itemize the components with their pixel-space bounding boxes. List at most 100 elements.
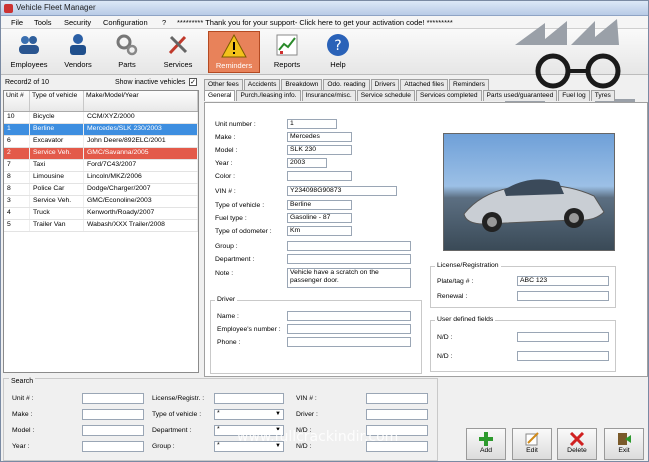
table-row[interactable]: 4 Truck Kenworth/Roady/2007 — [4, 208, 198, 220]
vehicle-list-panel: Record2 of 10 Show inactive vehicles ✓ U… — [3, 77, 199, 374]
table-row[interactable]: 1 Berline Mercedes/SLK 230/2003 — [4, 124, 198, 136]
activation-promo-link[interactable]: ********* Thank you for your support- Cl… — [177, 18, 453, 27]
edit-button[interactable]: Edit — [512, 428, 552, 460]
search-model-input[interactable] — [82, 425, 144, 436]
tab-tyres[interactable]: Tyres — [590, 90, 615, 101]
menu-file[interactable]: File — [11, 18, 23, 27]
help-button[interactable]: ? Help — [313, 31, 363, 73]
window-title: Vehicle Fleet Manager — [16, 3, 96, 12]
table-cell: Wabash/XXX Trailer/2008 — [84, 220, 198, 231]
search-make-input[interactable] — [82, 409, 144, 420]
model-label: Model : — [215, 147, 238, 154]
tab-other-fees[interactable]: Other fees — [204, 79, 243, 90]
vendors-button[interactable]: Vendors — [53, 31, 103, 73]
reminders-button[interactable]: Reminders — [208, 31, 260, 73]
group-label: Group : — [215, 243, 238, 250]
services-button[interactable]: Services — [153, 31, 203, 73]
search-vin-input[interactable] — [366, 393, 428, 404]
parts-button[interactable]: Parts — [102, 31, 152, 73]
menu-help[interactable]: ? — [162, 18, 166, 27]
column-make-model[interactable]: Make/Model/Year — [84, 91, 198, 111]
table-row[interactable]: 8 Limousine Lincoln/MKZ/2006 — [4, 172, 198, 184]
exit-button[interactable]: Exit — [604, 428, 644, 460]
employees-button[interactable]: Employees — [4, 31, 54, 73]
show-inactive-checkbox[interactable]: ✓ — [189, 78, 197, 86]
user-field-1[interactable] — [517, 332, 609, 342]
driver-name-field[interactable] — [287, 311, 411, 321]
make-label: Make : — [215, 134, 236, 141]
tab-odo-reading[interactable]: Odo. reading — [323, 79, 370, 90]
search-driver-label: Driver : — [296, 411, 318, 418]
column-unit[interactable]: Unit # — [4, 91, 30, 111]
vehicle-photo — [443, 133, 615, 251]
table-row[interactable]: 3 Service Veh. GMC/Econoline/2003 — [4, 196, 198, 208]
tab-service-schedule[interactable]: Service schedule — [356, 90, 415, 101]
search-type-select[interactable]: * ▼ — [214, 409, 284, 420]
search-unit-input[interactable] — [82, 393, 144, 404]
search-license-input[interactable] — [214, 393, 284, 404]
employee-number-field[interactable] — [287, 324, 411, 334]
table-row[interactable]: 2 Service Veh. GMC/Savanna/2005 — [4, 148, 198, 160]
renewal-field[interactable] — [517, 291, 609, 301]
table-row[interactable]: 5 Trailer Van Wabash/XXX Trailer/2008 — [4, 220, 198, 232]
column-type[interactable]: Type of vehicle — [30, 91, 84, 111]
driver-phone-field[interactable] — [287, 337, 411, 347]
driver-phone-label: Phone : — [217, 339, 241, 346]
search-department-label: Department : — [152, 427, 192, 434]
menu-tools[interactable]: Tools — [34, 18, 52, 27]
make-field[interactable]: Mercedes — [287, 132, 352, 142]
vehicle-type-field[interactable]: Berline — [287, 200, 352, 210]
odometer-type-field[interactable]: Km — [287, 226, 352, 236]
delete-button[interactable]: Delete — [557, 428, 597, 460]
tab-drivers[interactable]: Drivers — [370, 79, 400, 90]
help-label: Help — [330, 60, 346, 69]
table-cell: John Deere/892ELC/2001 — [84, 136, 198, 147]
table-row[interactable]: 6 Excavator John Deere/892ELC/2001 — [4, 136, 198, 148]
search-department-value: * — [217, 426, 220, 433]
tab-breakdown[interactable]: Breakdown — [281, 79, 323, 90]
tab-accidents[interactable]: Accidents — [243, 79, 281, 90]
tab-insurance-misc[interactable]: Insurance/misc. — [301, 90, 356, 101]
tab-general[interactable]: General — [204, 90, 236, 101]
vendors-label: Vendors — [64, 60, 92, 69]
color-field[interactable] — [287, 171, 352, 181]
table-cell: Lincoln/MKZ/2006 — [84, 172, 198, 183]
table-row[interactable]: 10 Bicycle CCM/XYZ/2000 — [4, 112, 198, 124]
table-cell: 10 — [4, 112, 30, 123]
plate-field[interactable]: ABC 123 — [517, 276, 609, 286]
search-year-input[interactable] — [82, 441, 144, 452]
note-field[interactable]: Vehicle have a scratch on the passenger … — [287, 268, 411, 288]
year-field[interactable]: 2003 — [287, 158, 327, 168]
app-window: Vehicle Fleet Manager File Tools Securit… — [0, 0, 649, 462]
table-cell: Dodge/Charger/2007 — [84, 184, 198, 195]
unit-number-field[interactable]: 1 — [287, 119, 337, 129]
user-field-2[interactable] — [517, 351, 609, 361]
tab-services-completed[interactable]: Services completed — [415, 90, 482, 101]
search-group-value: * — [217, 442, 220, 449]
menu-security[interactable]: Security — [64, 18, 91, 27]
tab-purch-leasing-info[interactable]: Purch./leasing info. — [236, 90, 301, 101]
table-row[interactable]: 8 Police Car Dodge/Charger/2007 — [4, 184, 198, 196]
search-license-label: License/Registr. : — [152, 395, 205, 402]
tab-row-top: Other fees Accidents Breakdown Odo. reading… — [204, 79, 490, 90]
group-field[interactable] — [287, 241, 411, 251]
fuel-type-field[interactable]: Gasoline - 87 — [287, 213, 352, 223]
tab-attached-files[interactable]: Attached files — [400, 79, 448, 90]
model-field[interactable]: SLK 230 — [287, 145, 352, 155]
table-row[interactable]: 7 Taxi Ford/7C43/2007 — [4, 160, 198, 172]
general-tab-panel: Unit number : 1 Make : Mercedes Model : … — [204, 102, 648, 377]
reports-button[interactable]: Reports — [262, 31, 312, 73]
title-bar: Vehicle Fleet Manager — [1, 1, 648, 16]
search-driver-input[interactable] — [366, 409, 428, 420]
vin-field[interactable]: Y234098G90873 — [287, 186, 397, 196]
add-button[interactable]: Add — [466, 428, 506, 460]
menu-configuration[interactable]: Configuration — [103, 18, 148, 27]
table-cell: GMC/Econoline/2003 — [84, 196, 198, 207]
table-cell: Excavator — [30, 136, 84, 147]
department-field[interactable] — [287, 254, 411, 264]
tab-reminders[interactable]: Reminders — [449, 79, 489, 90]
tab-parts-used-guaranteed[interactable]: Parts used/guaranteed — [482, 90, 558, 101]
driver-group-title: Driver — [215, 296, 238, 303]
tab-fuel-log[interactable]: Fuel log — [558, 90, 590, 101]
table-cell: 4 — [4, 208, 30, 219]
